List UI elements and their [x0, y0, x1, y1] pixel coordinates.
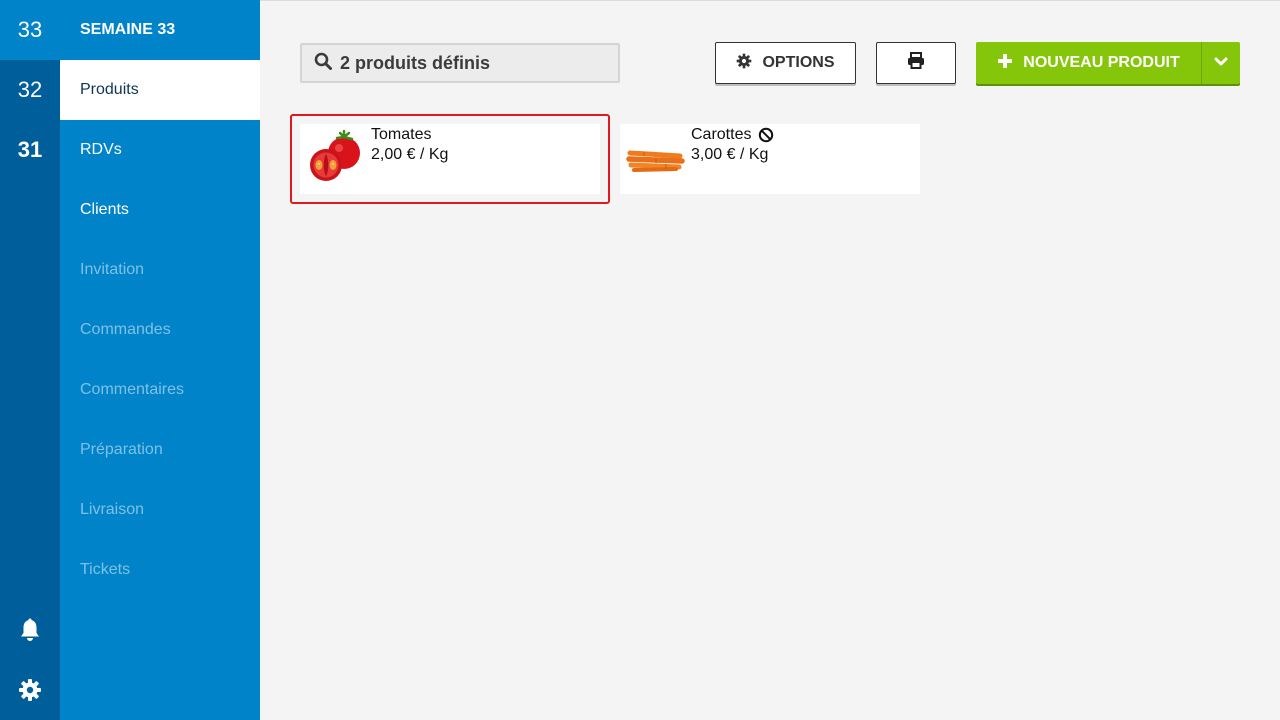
product-price: 3,00 € / Kg	[691, 146, 769, 163]
sidebar-nav: SEMAINE 33 Produits RDVs Clients Invitat…	[60, 0, 260, 720]
new-product-button-group: NOUVEAU PRODUIT	[976, 42, 1240, 84]
new-product-button[interactable]: NOUVEAU PRODUIT	[976, 42, 1201, 84]
nav-item-invitation[interactable]: Invitation	[60, 240, 260, 300]
product-card-tomates[interactable]: Tomates 2,00 € / Kg	[300, 124, 600, 194]
options-label: OPTIONS	[762, 54, 835, 71]
print-button[interactable]	[876, 42, 956, 84]
week-32[interactable]: 32	[0, 60, 60, 120]
product-card-carottes[interactable]: Carottes 3,00 € / Kg	[620, 124, 920, 194]
new-product-dropdown[interactable]	[1201, 42, 1240, 84]
gear-icon	[736, 53, 752, 74]
options-button[interactable]: OPTIONS	[715, 42, 856, 84]
product-name: Tomates	[371, 126, 431, 144]
main-content: 2 produits définis OPTIONS NOUVEAU PRODU…	[260, 0, 1280, 720]
week-title: SEMAINE 33	[80, 21, 176, 38]
product-name: Carottes	[691, 126, 774, 144]
product-name-text: Carottes	[691, 126, 752, 143]
nav-item-commentaires[interactable]: Commentaires	[60, 360, 260, 420]
nav-item-tickets[interactable]: Tickets	[60, 540, 260, 600]
week-33[interactable]: 33	[0, 0, 60, 60]
search-icon	[314, 52, 332, 75]
print-icon	[907, 52, 925, 74]
search-input[interactable]: 2 produits définis	[300, 43, 620, 83]
bell-icon[interactable]	[0, 600, 60, 660]
gear-icon[interactable]	[0, 660, 60, 720]
product-price: 2,00 € / Kg	[371, 146, 449, 163]
nav-item-livraison[interactable]: Livraison	[60, 480, 260, 540]
week-rail: 33 32 31	[0, 0, 60, 720]
carrot-image	[624, 128, 686, 190]
chevron-down-icon	[1214, 54, 1228, 72]
nav-item-preparation[interactable]: Préparation	[60, 420, 260, 480]
tomato-image	[304, 128, 366, 190]
nav-item-commandes[interactable]: Commandes	[60, 300, 260, 360]
search-summary: 2 produits définis	[340, 52, 491, 73]
product-name-text: Tomates	[371, 126, 432, 143]
nav-item-produits[interactable]: Produits	[60, 60, 260, 120]
new-product-label: NOUVEAU PRODUIT	[1023, 54, 1180, 71]
week-31[interactable]: 31	[0, 120, 60, 180]
plus-icon	[997, 53, 1013, 74]
nav-item-clients[interactable]: Clients	[60, 180, 260, 240]
nav-item-rdvs[interactable]: RDVs	[60, 120, 260, 180]
unavailable-icon	[758, 127, 774, 143]
